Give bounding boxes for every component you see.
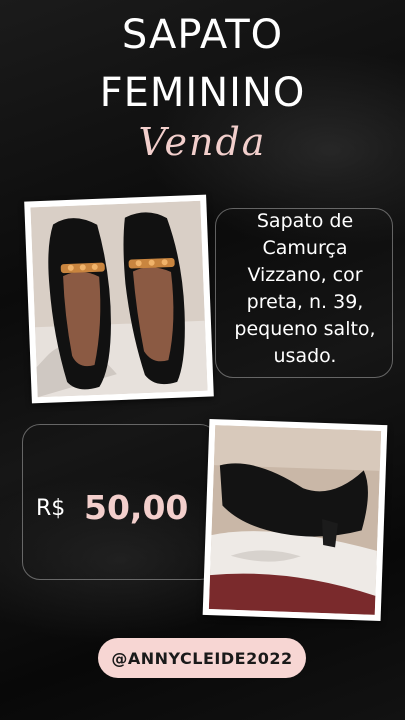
price-currency: R$ [36, 496, 66, 521]
shoe-side-view-photo [202, 418, 388, 622]
title-line-2: FEMININO [99, 70, 306, 116]
shoes-top-view-image [30, 200, 208, 398]
shoes-top-view-photo [24, 194, 214, 404]
price-value: 50,00 [84, 488, 189, 527]
instagram-handle-badge: @ANNYCLEIDE2022 [98, 638, 306, 678]
product-description: Sapato de Camurça Vizzano, cor preta, n.… [234, 210, 376, 367]
shoe-side-view-image [208, 425, 382, 615]
title-line-1: SAPATO [121, 12, 284, 58]
subtitle-venda: Venda [138, 120, 267, 164]
